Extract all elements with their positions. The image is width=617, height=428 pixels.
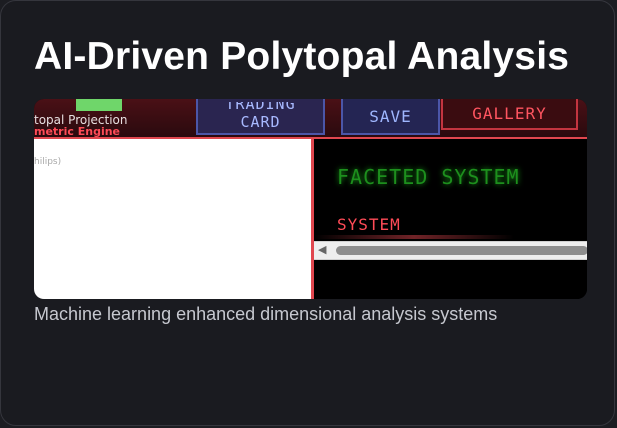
system-underline <box>314 235 514 239</box>
card-caption: Machine learning enhanced dimensional an… <box>34 304 498 324</box>
trading-card-button[interactable]: TRADING CARD <box>196 99 325 135</box>
right-panel: FACETED SYSTEM SYSTEM ◀ <box>311 139 587 299</box>
projection-label: topal Projection <box>34 113 128 127</box>
status-indicator <box>76 99 122 111</box>
save-button[interactable]: SAVE <box>341 99 440 135</box>
faceted-system-title: FACETED SYSTEM <box>337 165 520 189</box>
feature-card: AI-Driven Polytopal Analysis topal Proje… <box>0 0 615 426</box>
left-panel-text: hilips) <box>34 157 62 167</box>
scroll-left-arrow-icon[interactable]: ◀ <box>318 243 326 258</box>
preview-topbar: topal Projection metric Engine TRADING C… <box>34 99 587 139</box>
preview-screenshot: topal Projection metric Engine TRADING C… <box>34 99 587 299</box>
gallery-button[interactable]: GALLERY <box>441 99 578 130</box>
scroll-thumb[interactable] <box>336 246 587 255</box>
card-title: AI-Driven Polytopal Analysis <box>34 35 570 78</box>
left-panel: hilips) <box>34 139 311 299</box>
trading-card-line2: CARD <box>240 112 281 131</box>
system-label: SYSTEM <box>337 215 401 234</box>
engine-label: metric Engine <box>34 127 121 137</box>
horizontal-scrollbar[interactable]: ◀ <box>314 241 587 260</box>
trading-card-line1: TRADING <box>225 101 296 113</box>
